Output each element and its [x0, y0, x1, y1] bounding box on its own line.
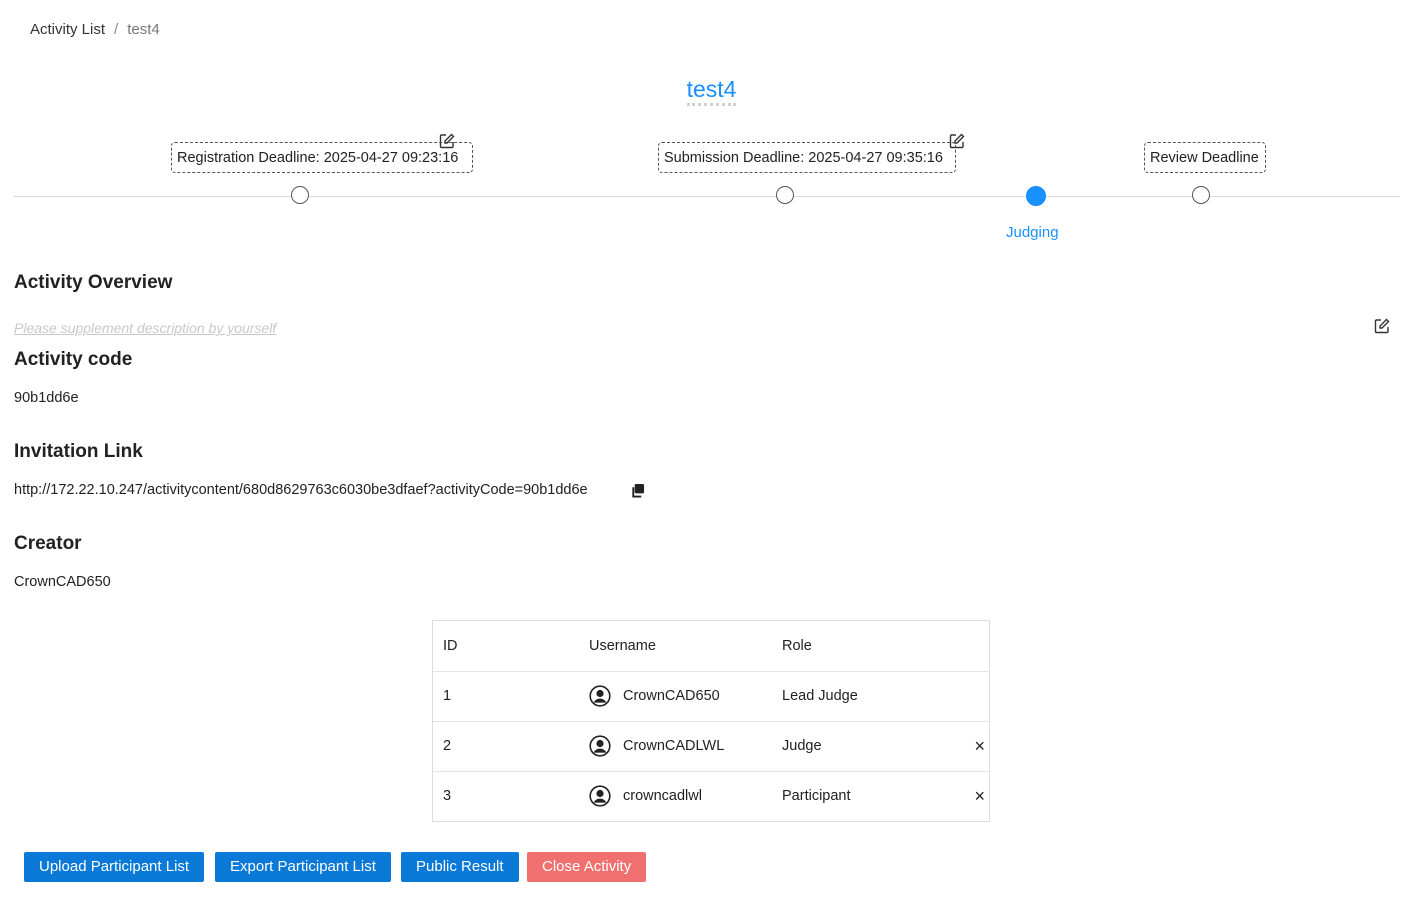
invitation-link-url[interactable]: http://172.22.10.247/activitycontent/680…: [14, 482, 588, 498]
column-header-username: Username: [589, 638, 656, 654]
registration-deadline-box[interactable]: Registration Deadline: 2025-04-27 09:23:…: [171, 142, 473, 173]
invitation-link-heading: Invitation Link: [14, 441, 143, 462]
timeline-dot-registration: [291, 186, 309, 204]
participants-table: ID Username Role 1 CrownCAD650 Lead Judg…: [432, 620, 990, 822]
remove-member-button[interactable]: ×: [974, 721, 985, 771]
row-id: 2: [443, 738, 452, 754]
row-role: Judge: [782, 738, 822, 754]
row-username: CrownCAD650: [623, 688, 720, 704]
remove-member-button[interactable]: ×: [974, 771, 985, 821]
timeline-dot-judging-active: [1026, 186, 1046, 206]
breadcrumb-current: test4: [127, 21, 160, 38]
timeline-dot-review: [1192, 186, 1210, 204]
timeline-dot-submission: [776, 186, 794, 204]
user-avatar-icon: [589, 685, 611, 707]
column-header-id: ID: [443, 638, 458, 654]
row-username-cell: CrownCADLWL: [589, 721, 724, 771]
export-participant-list-button[interactable]: Export Participant List: [215, 852, 391, 882]
activity-code-value: 90b1dd6e: [14, 390, 79, 406]
row-username-cell: crowncadlwl: [589, 771, 702, 821]
page-title-container: test4: [0, 74, 1423, 106]
edit-registration-deadline-icon[interactable]: [439, 133, 455, 149]
close-activity-button[interactable]: Close Activity: [527, 852, 647, 882]
row-username: crowncadlwl: [623, 788, 702, 804]
row-id: 3: [443, 788, 452, 804]
activity-overview-heading: Activity Overview: [14, 272, 173, 293]
activity-code-heading: Activity code: [14, 349, 133, 370]
table-header-row: ID Username Role: [433, 621, 989, 672]
row-role: Lead Judge: [782, 688, 858, 704]
review-deadline-box[interactable]: Review Deadline: [1144, 142, 1266, 173]
user-avatar-icon: [589, 735, 611, 757]
activity-detail-page: Activity List / test4 test4 Registration D…: [0, 0, 1423, 903]
row-id: 1: [443, 688, 452, 704]
table-row: 3 crowncadlwl Participant ×: [433, 771, 989, 821]
breadcrumb-separator: /: [114, 21, 119, 38]
column-header-role: Role: [782, 638, 812, 654]
upload-participant-list-button[interactable]: Upload Participant List: [24, 852, 205, 882]
public-result-button[interactable]: Public Result: [401, 852, 519, 882]
creator-value: CrownCAD650: [14, 574, 111, 590]
creator-heading: Creator: [14, 533, 82, 554]
description-placeholder[interactable]: Please supplement description by yoursel…: [14, 320, 276, 336]
breadcrumb: Activity List / test4: [30, 20, 160, 40]
page-title[interactable]: test4: [686, 76, 737, 106]
row-username: CrownCADLWL: [623, 738, 725, 754]
edit-submission-deadline-icon[interactable]: [949, 133, 965, 149]
table-row: 2 CrownCADLWL Judge ×: [433, 721, 989, 772]
breadcrumb-activity-list-link[interactable]: Activity List: [30, 21, 105, 38]
edit-description-icon[interactable]: [1374, 318, 1390, 334]
table-row: 1 CrownCAD650 Lead Judge: [433, 671, 989, 722]
submission-deadline-box[interactable]: Submission Deadline: 2025-04-27 09:35:16: [658, 142, 956, 173]
row-role: Participant: [782, 788, 851, 804]
copy-icon[interactable]: [630, 483, 645, 498]
user-avatar-icon: [589, 785, 611, 807]
row-username-cell: CrownCAD650: [589, 671, 720, 721]
current-stage-label: Judging: [1006, 224, 1059, 241]
